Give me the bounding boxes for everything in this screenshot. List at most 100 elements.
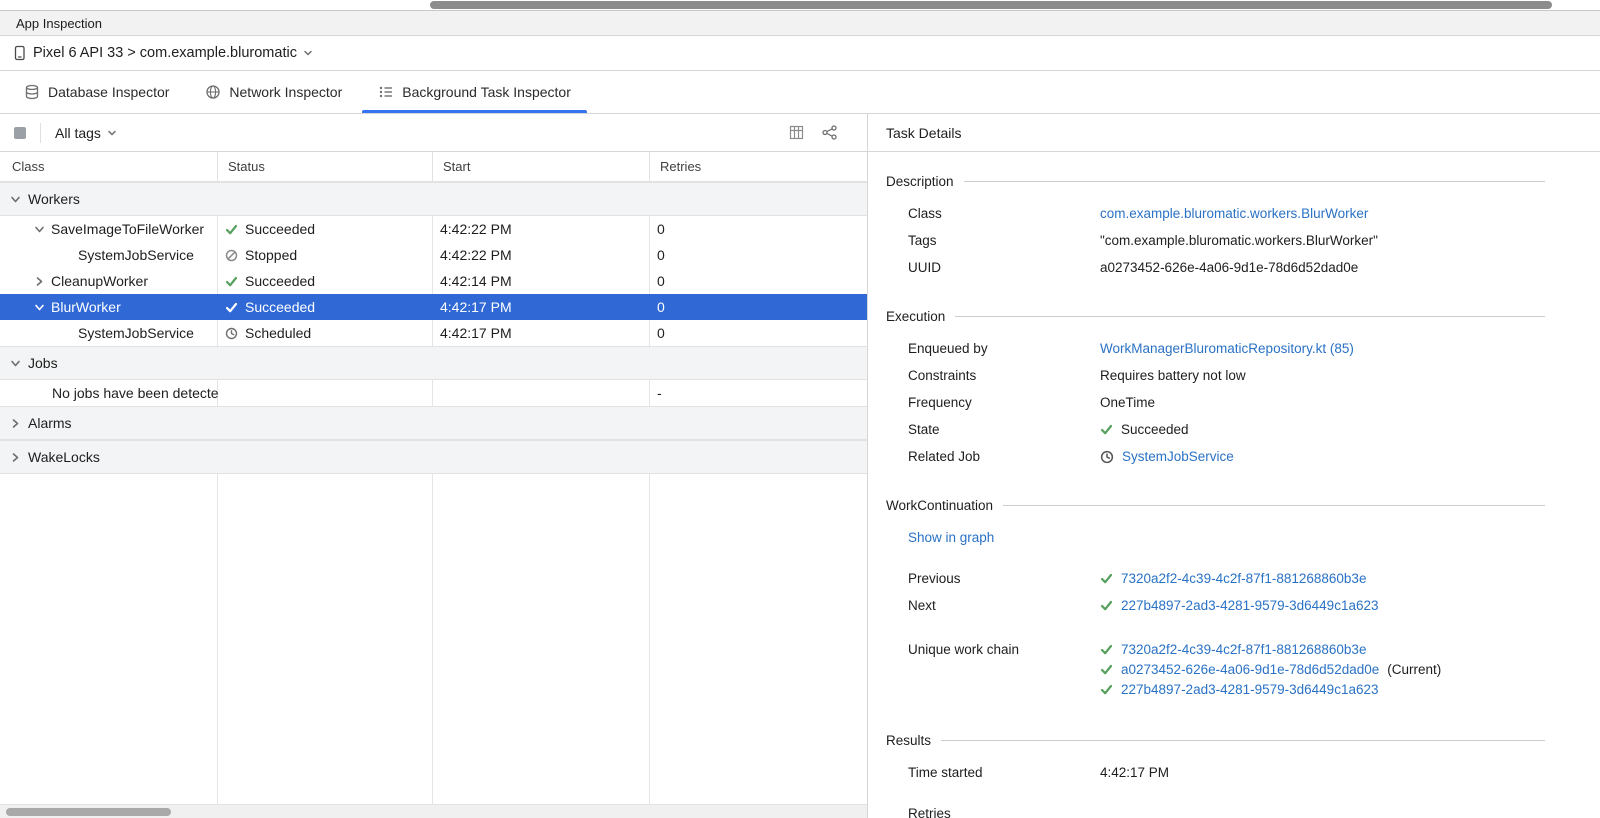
detail-row-next: Next 227b4897-2ad3-4281-9579-3d6449c1a62… [886,592,1545,619]
group-row-alarms[interactable]: Alarms [0,406,867,440]
start-time: 4:42:22 PM [433,221,650,237]
device-selector-bar[interactable]: Pixel 6 API 33 > com.example.bluromatic [0,36,1600,71]
chain-work-link[interactable]: 7320a2f2-4c39-4c2f-87f1-881268860b3e [1121,642,1366,657]
uuid-value: a0273452-626e-4a06-9d1e-78d6d52dad0e [1100,260,1358,275]
worker-row[interactable]: SystemJobService Stopped 4:42:22 PM 0 [0,242,867,268]
success-check-icon [225,223,238,236]
clock-icon [225,327,238,340]
worker-class-name: CleanupWorker [51,273,148,289]
detail-row-state: State Succeeded [886,416,1545,443]
detail-label: Tags [908,233,1100,248]
task-details-panel: Task Details Description Class com.examp… [868,114,1600,818]
chain-work-link[interactable]: 227b4897-2ad3-4281-9579-3d6449c1a623 [1121,682,1378,697]
next-work-link[interactable]: 227b4897-2ad3-4281-9579-3d6449c1a623 [1121,598,1378,613]
network-globe-icon [205,84,221,100]
group-row-jobs[interactable]: Jobs [0,346,867,380]
tab-network-inspector[interactable]: Network Inspector [187,71,360,113]
table-view-icon[interactable] [789,125,804,140]
worker-row[interactable]: SaveImageToFileWorker Succeeded 4:42:22 … [0,216,867,242]
show-in-graph-link[interactable]: Show in graph [908,530,994,545]
chevron-down-icon[interactable] [34,224,45,235]
tags-value: "com.example.bluromatic.workers.BlurWork… [1100,233,1378,248]
retries-count: 0 [650,221,867,237]
detail-label: Next [908,598,1100,613]
detail-label: Class [908,206,1100,221]
horizontal-scrollbar-track[interactable] [0,804,867,818]
chain-item: 227b4897-2ad3-4281-9579-3d6449c1a623 [1100,679,1441,699]
previous-work-link[interactable]: 7320a2f2-4c39-4c2f-87f1-881268860b3e [1121,571,1366,586]
start-time: 4:42:17 PM [433,299,650,315]
start-time: 4:42:17 PM [433,325,650,341]
app-inspection-header: App Inspection [0,10,1600,36]
stop-inspection-icon[interactable] [14,127,26,139]
detail-row-time-started: Time started 4:42:17 PM [886,759,1545,786]
start-time: 4:42:14 PM [433,273,650,289]
detail-row-frequency: Frequency OneTime [886,389,1545,416]
group-label: Jobs [28,355,58,371]
worker-class-name: SystemJobService [78,247,194,263]
task-table-panel: All tags Class Status Start Retries [0,114,868,818]
detail-label: Unique work chain [908,639,1100,659]
chevron-down-icon[interactable] [34,302,45,313]
horizontal-scrollbar-thumb[interactable] [6,808,171,816]
detail-row-class: Class com.example.bluromatic.workers.Blu… [886,200,1545,227]
chain-work-link[interactable]: a0273452-626e-4a06-9d1e-78d6d52dad0e [1121,662,1379,677]
graph-view-icon[interactable] [822,125,837,140]
retries-count: - [650,385,867,401]
device-phone-icon [12,45,27,61]
inspector-tab-bar: Database Inspector Network Inspector Bac… [0,71,1600,114]
app-inspection-title: App Inspection [16,16,102,31]
tab-background-task-inspector[interactable]: Background Task Inspector [360,71,589,113]
detail-label: Related Job [908,449,1100,464]
related-job-link[interactable]: SystemJobService [1122,449,1234,464]
worker-row[interactable]: CleanupWorker Succeeded 4:42:14 PM 0 [0,268,867,294]
section-results: Results [886,731,1545,749]
success-check-icon [225,301,238,314]
section-heading-label: WorkContinuation [886,498,993,513]
column-header-class[interactable]: Class [0,152,218,181]
success-check-icon [225,275,238,288]
chevron-down-icon [10,194,21,205]
chevron-down-icon [10,358,21,369]
column-header-retries[interactable]: Retries [650,152,867,181]
chevron-right-icon [10,452,21,463]
toolbar-separator [40,123,41,143]
column-header-status[interactable]: Status [218,152,433,181]
success-check-icon [1100,663,1113,676]
worker-row[interactable]: SystemJobService Scheduled 4:42:17 PM 0 [0,320,867,346]
unique-work-chain-row: Unique work chain 7320a2f2-4c39-4c2f-87f… [886,639,1545,699]
chain-suffix: (Current) [1387,662,1441,677]
group-label: Workers [28,191,80,207]
success-check-icon [1100,423,1113,436]
class-link[interactable]: com.example.bluromatic.workers.BlurWorke… [1100,206,1368,221]
section-divider [1003,505,1545,506]
clock-icon [1100,450,1114,464]
stopped-circle-icon [225,249,238,262]
success-check-icon [1100,572,1113,585]
enqueued-by-link[interactable]: WorkManagerBluromaticRepository.kt (85) [1100,341,1354,356]
group-row-workers[interactable]: Workers [0,182,867,216]
chain-item: a0273452-626e-4a06-9d1e-78d6d52dad0e (Cu… [1100,659,1441,679]
tab-label: Network Inspector [229,84,342,100]
section-heading-label: Execution [886,309,945,324]
detail-label: Frequency [908,395,1100,410]
section-divider [955,316,1545,317]
detail-row-related-job: Related Job SystemJobService [886,443,1545,470]
all-tags-dropdown[interactable]: All tags [55,125,117,141]
detail-label: Enqueued by [908,341,1100,356]
database-icon [24,84,40,100]
horizontal-scrollbar-thumb[interactable] [430,1,1552,9]
device-process-label: Pixel 6 API 33 > com.example.bluromatic [33,45,297,61]
chevron-right-icon[interactable] [34,276,45,287]
tab-label: Database Inspector [48,84,169,100]
status-text: Scheduled [245,325,311,341]
detail-row-enqueued-by: Enqueued by WorkManagerBluromaticReposit… [886,335,1545,362]
tab-label: Background Task Inspector [402,84,571,100]
tab-database-inspector[interactable]: Database Inspector [6,71,187,113]
worker-row-selected[interactable]: BlurWorker Succeeded 4:42:17 PM 0 [0,294,867,320]
column-header-start[interactable]: Start [433,152,650,181]
detail-label: Retries [908,806,1100,818]
chevron-down-icon [303,48,313,58]
group-row-wakelocks[interactable]: WakeLocks [0,440,867,474]
section-description: Description [886,172,1545,190]
